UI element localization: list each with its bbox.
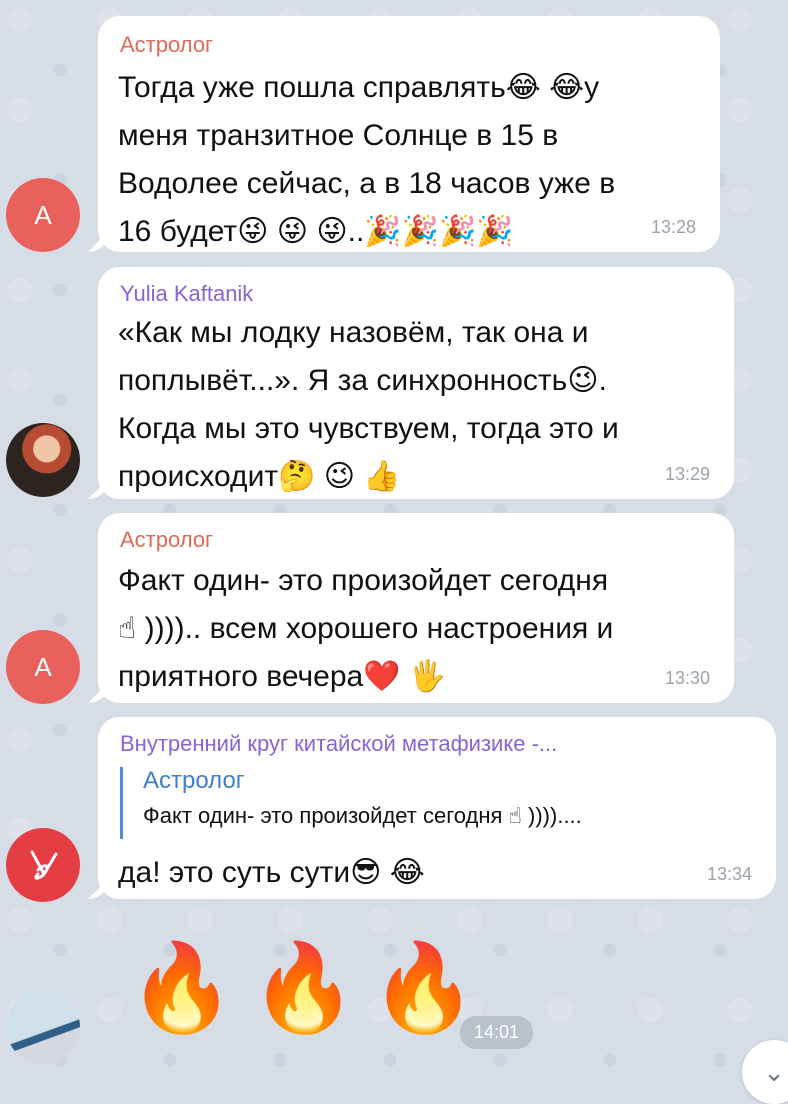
avatar-astrolog[interactable]: А — [6, 630, 80, 704]
message-line: приятного вечера❤️ 🖐 — [118, 660, 447, 693]
message-time: 14:01 — [460, 1016, 534, 1049]
avatar-letter: А — [34, 199, 52, 230]
message-sender[interactable]: Астролог — [120, 527, 213, 553]
message-sender[interactable]: Астролог — [120, 32, 213, 58]
message-sender[interactable]: Внутренний круг китайской метафизике -..… — [120, 731, 557, 757]
reply-sender: Астролог — [143, 767, 245, 794]
fire-emoji: 🔥 — [128, 938, 236, 1038]
message-bubble[interactable]: Астролог Факт один- это произойдет сегод… — [98, 513, 734, 703]
avatar-channel-logo[interactable] — [6, 828, 80, 902]
message-line: поплывёт...». Я за синхронность😉. — [118, 364, 607, 397]
message-time: 13:28 — [650, 217, 696, 237]
fire-emoji: 🔥 — [370, 938, 478, 1038]
message-time: 13:30 — [664, 668, 710, 688]
message-bubble[interactable]: Внутренний круг китайской метафизике -..… — [98, 717, 776, 899]
message-line: меня транзитное Солнце в 15 в — [118, 119, 559, 152]
message-line: ☝ )))).. всем хорошего настроения и — [118, 612, 614, 645]
message-line: Водолее сейчас, а в 18 часов уже в — [118, 167, 616, 200]
message-line: Факт один- это произойдет сегодня — [118, 564, 609, 597]
message-line: Тогда уже пошла справлять😂 😂у — [118, 71, 600, 104]
channel-logo-icon — [30, 850, 58, 880]
message-sender[interactable]: Yulia Kaftanik — [120, 281, 253, 307]
message-text: Тогда уже пошла справлять😂 😂у меня транз… — [118, 64, 615, 256]
avatar-astrolog[interactable]: А — [6, 178, 80, 252]
message-line: происходит🤔 😉 👍 — [118, 460, 401, 493]
message-line: «Как мы лодку назовём, так она и — [118, 316, 589, 349]
message-text: «Как мы лодку назовём, так она и поплывё… — [118, 309, 619, 501]
chevron-down-icon: ⌄ — [763, 1056, 785, 1087]
message-time: 13:34 — [706, 864, 752, 884]
message-text: Факт один- это произойдет сегодня ☝ ))))… — [118, 557, 613, 701]
message-line: Когда мы это чувствуем, тогда это и — [118, 412, 619, 445]
message-text: да! это суть сути😎 😂 — [118, 849, 425, 897]
message-bubble[interactable]: Yulia Kaftanik «Как мы лодку назовём, та… — [98, 267, 734, 499]
reply-preview[interactable]: Астролог Факт один- это произойдет сегод… — [120, 767, 582, 839]
message-time: 13:29 — [664, 464, 710, 484]
avatar-letter: А — [34, 651, 52, 682]
avatar-group[interactable] — [6, 990, 80, 1064]
fire-emoji: 🔥 — [250, 938, 358, 1038]
message-line: 16 будет😜 😜 😜..🎉🎉🎉🎉 — [118, 215, 514, 248]
message-line: да! это суть сути😎 😂 — [118, 856, 425, 889]
reply-text: Факт один- это произойдет сегодня ☝ ))))… — [143, 803, 582, 828]
message-bubble[interactable]: Астролог Тогда уже пошла справлять😂 😂у м… — [98, 16, 720, 252]
avatar-yulia-kaftanik[interactable] — [6, 423, 80, 497]
